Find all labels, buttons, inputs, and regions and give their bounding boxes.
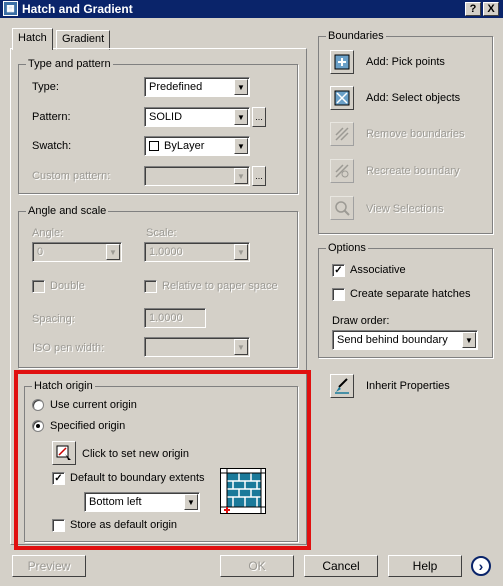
boundaries-label: Boundaries bbox=[326, 30, 386, 42]
type-dropdown[interactable]: Predefined ▼ bbox=[144, 77, 250, 97]
chevron-down-icon: ▼ bbox=[106, 244, 120, 260]
type-pattern-label: Type and pattern bbox=[26, 58, 113, 70]
app-icon: ▦ bbox=[3, 1, 18, 16]
pattern-browse-button[interactable]: ... bbox=[252, 107, 266, 127]
chevron-down-icon: ▼ bbox=[234, 168, 248, 184]
scale-dropdown[interactable]: 1.0000 ▼ bbox=[144, 242, 250, 262]
relative-paper-label: Relative to paper space bbox=[162, 280, 278, 292]
click-set-origin-label: Click to set new origin bbox=[82, 448, 189, 460]
remove-boundaries-icon bbox=[335, 127, 349, 141]
chevron-down-icon: ▼ bbox=[234, 79, 248, 95]
swatch-value: ByLayer bbox=[164, 140, 205, 152]
double-checkbox[interactable] bbox=[32, 280, 45, 293]
spacing-value: 1.0000 bbox=[149, 312, 183, 324]
origin-position-value: Bottom left bbox=[89, 496, 142, 508]
associative-label: Associative bbox=[350, 264, 406, 276]
pick-origin-icon bbox=[56, 445, 71, 460]
angle-dropdown[interactable]: 0 ▼ bbox=[32, 242, 122, 262]
pick-points-button[interactable] bbox=[330, 50, 354, 74]
type-value: Predefined bbox=[149, 81, 203, 93]
draw-order-value: Send behind boundary bbox=[337, 334, 448, 346]
set-origin-button[interactable] bbox=[52, 441, 76, 465]
cancel-button[interactable]: Cancel bbox=[304, 555, 378, 577]
recreate-boundary-button[interactable] bbox=[330, 159, 354, 183]
angle-value: 0 bbox=[37, 246, 44, 258]
pattern-value: SOLID bbox=[149, 111, 183, 123]
chevron-down-icon: ▼ bbox=[234, 339, 248, 355]
chevron-down-icon: ▼ bbox=[184, 494, 198, 510]
custom-pattern-dropdown[interactable]: ▼ bbox=[144, 166, 250, 186]
origin-position-dropdown[interactable]: Bottom left ▼ bbox=[84, 492, 200, 512]
more-options-button[interactable]: › bbox=[471, 556, 491, 576]
options-label: Options bbox=[326, 242, 368, 254]
chevron-down-icon: ▼ bbox=[234, 244, 248, 260]
store-default-label: Store as default origin bbox=[70, 519, 178, 531]
remove-boundaries-label[interactable]: Remove boundaries bbox=[366, 128, 464, 140]
specified-origin-label: Specified origin bbox=[50, 420, 126, 432]
origin-preview-image bbox=[220, 468, 266, 514]
tab-gradient[interactable]: Gradient bbox=[56, 30, 111, 50]
pick-points-icon bbox=[334, 54, 350, 70]
radio-dot bbox=[36, 424, 40, 428]
ok-button[interactable]: OK bbox=[220, 555, 294, 577]
associative-checkbox[interactable]: ✓ bbox=[332, 264, 345, 277]
view-selections-button[interactable] bbox=[330, 196, 354, 220]
hatch-origin-label: Hatch origin bbox=[32, 380, 95, 392]
spacing-input[interactable]: 1.0000 bbox=[144, 308, 206, 328]
brush-icon bbox=[335, 378, 349, 394]
chevron-down-icon: ▼ bbox=[462, 332, 476, 348]
separate-hatches-checkbox[interactable] bbox=[332, 288, 345, 301]
chevron-down-icon: ▼ bbox=[234, 138, 248, 154]
separate-hatches-label: Create separate hatches bbox=[350, 288, 471, 300]
remove-boundaries-button[interactable] bbox=[330, 122, 354, 146]
custom-pattern-label: Custom pattern: bbox=[32, 170, 111, 182]
type-label: Type: bbox=[32, 81, 59, 93]
help-title-button[interactable]: ? bbox=[465, 2, 481, 16]
select-objects-label[interactable]: Add: Select objects bbox=[366, 92, 460, 104]
pattern-dropdown[interactable]: SOLID ▼ bbox=[144, 107, 250, 127]
help-button[interactable]: Help bbox=[388, 555, 462, 577]
default-extents-checkbox[interactable]: ✓ bbox=[52, 472, 65, 485]
relative-paper-checkbox[interactable] bbox=[144, 280, 157, 293]
chevron-down-icon: ▼ bbox=[234, 109, 248, 125]
swatch-label: Swatch: bbox=[32, 140, 72, 152]
inherit-properties-label[interactable]: Inherit Properties bbox=[366, 380, 450, 392]
title-bar[interactable]: ▦ Hatch and Gradient ? X bbox=[0, 0, 503, 18]
custom-pattern-browse-button[interactable]: ... bbox=[252, 166, 266, 186]
brick-pattern-icon bbox=[221, 469, 265, 513]
close-button[interactable]: X bbox=[483, 2, 499, 16]
draw-order-label: Draw order: bbox=[332, 315, 390, 327]
select-objects-icon bbox=[334, 90, 350, 106]
iso-pen-label: ISO pen width: bbox=[32, 342, 105, 354]
angle-label: Angle: bbox=[32, 227, 64, 239]
specified-origin-radio[interactable] bbox=[32, 420, 44, 432]
recreate-boundary-icon bbox=[335, 164, 349, 178]
inherit-properties-button[interactable] bbox=[330, 374, 354, 398]
iso-pen-dropdown[interactable]: ▼ bbox=[144, 337, 250, 357]
preview-button[interactable]: Preview bbox=[12, 555, 86, 577]
scale-label: Scale: bbox=[146, 227, 177, 239]
draw-order-dropdown[interactable]: Send behind boundary ▼ bbox=[332, 330, 478, 350]
select-objects-button[interactable] bbox=[330, 86, 354, 110]
spacing-label: Spacing: bbox=[32, 313, 75, 325]
use-current-origin-radio[interactable] bbox=[32, 399, 44, 411]
magnifier-icon bbox=[335, 201, 350, 216]
recreate-boundary-label[interactable]: Recreate boundary bbox=[366, 165, 460, 177]
color-swatch-icon bbox=[149, 141, 159, 151]
angle-scale-label: Angle and scale bbox=[26, 205, 109, 217]
scale-value: 1.0000 bbox=[149, 246, 183, 258]
pattern-label: Pattern: bbox=[32, 111, 71, 123]
double-label: Double bbox=[50, 280, 85, 292]
use-current-origin-label: Use current origin bbox=[50, 399, 137, 411]
tab-hatch[interactable]: Hatch bbox=[12, 28, 53, 50]
store-default-checkbox[interactable] bbox=[52, 519, 65, 532]
default-extents-label: Default to boundary extents bbox=[70, 472, 205, 484]
window-title: Hatch and Gradient bbox=[22, 2, 133, 16]
view-selections-label[interactable]: View Selections bbox=[366, 203, 443, 215]
pick-points-label[interactable]: Add: Pick points bbox=[366, 56, 445, 68]
swatch-dropdown[interactable]: ByLayer ▼ bbox=[144, 136, 250, 156]
